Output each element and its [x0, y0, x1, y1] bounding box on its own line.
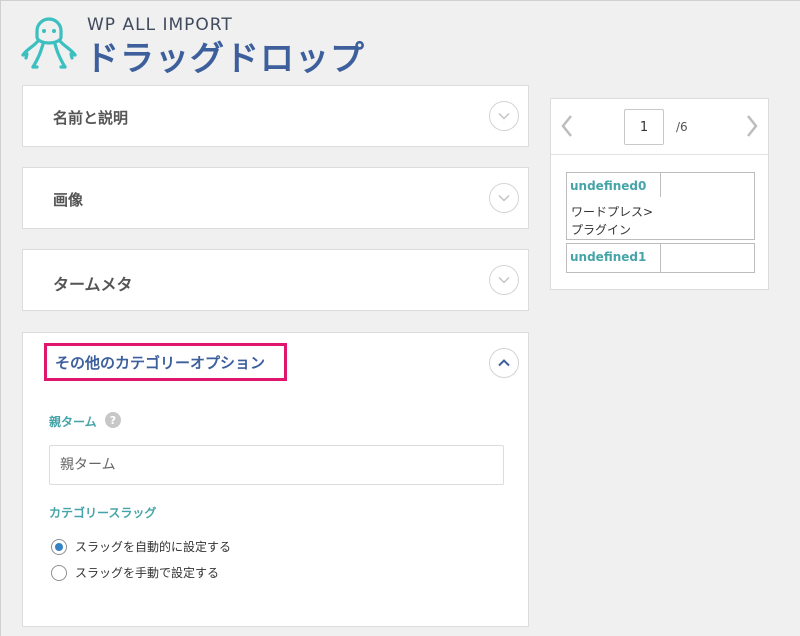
- section-term-meta[interactable]: タームメタ: [22, 249, 529, 311]
- octopus-logo-icon: [21, 17, 77, 69]
- record-pager: /6: [551, 99, 768, 155]
- xml-node[interactable]: undefined0 ワードプレス> プラグイン: [566, 172, 755, 240]
- page-number-input[interactable]: [624, 109, 664, 145]
- section-title-highlight[interactable]: その他のカテゴリーオプション: [44, 343, 287, 381]
- radio-label: スラッグを手動で設定する: [75, 566, 220, 580]
- chevron-down-icon: [498, 112, 510, 120]
- xml-preview-panel: /6 undefined0 ワードプレス> プラグイン undefined1: [550, 98, 769, 290]
- chevron-down-icon: [498, 276, 510, 284]
- slug-manual-option[interactable]: スラッグを手動で設定する: [51, 564, 219, 581]
- chevron-left-icon[interactable]: [559, 113, 575, 139]
- section-name-description[interactable]: 名前と説明: [22, 85, 529, 147]
- node-divider: [660, 244, 661, 272]
- chevron-down-icon: [498, 194, 510, 202]
- xml-node-tag[interactable]: undefined1: [570, 250, 646, 264]
- section-title: 名前と説明: [53, 109, 129, 127]
- section-title: タームメタ: [53, 275, 133, 294]
- radio-slug-manual[interactable]: [51, 564, 67, 581]
- xml-node-tag[interactable]: undefined0: [570, 179, 646, 193]
- chevron-right-icon[interactable]: [744, 113, 760, 139]
- radio-slug-auto[interactable]: [51, 538, 67, 555]
- chevron-up-icon: [498, 359, 510, 367]
- brand-title: ドラッグドロップ: [85, 39, 365, 79]
- expand-button[interactable]: [489, 101, 519, 131]
- section-images[interactable]: 画像: [22, 167, 529, 229]
- expand-button[interactable]: [489, 183, 519, 213]
- xml-node[interactable]: undefined1: [566, 243, 755, 273]
- xml-node-value[interactable]: ワードプレス> プラグイン: [571, 203, 671, 239]
- page-total: /6: [676, 120, 688, 134]
- section-title: その他のカテゴリーオプション: [55, 353, 266, 372]
- parent-term-input[interactable]: [49, 445, 504, 485]
- category-slug-label: カテゴリースラッグ: [49, 506, 157, 520]
- slug-auto-option[interactable]: スラッグを自動的に設定する: [51, 538, 231, 555]
- brand-logo: WP ALL IMPORT ドラッグドロップ: [19, 9, 379, 79]
- parent-term-label: 親ターム: [49, 415, 97, 429]
- section-other-category-options: その他のカテゴリーオプション 親ターム ? カテゴリースラッグ スラッグを自動的…: [22, 332, 529, 627]
- collapse-button[interactable]: [489, 348, 519, 378]
- node-divider: [660, 173, 661, 197]
- radio-label: スラッグを自動的に設定する: [75, 540, 232, 554]
- help-icon[interactable]: ?: [105, 412, 121, 428]
- section-title: 画像: [53, 191, 84, 209]
- expand-button[interactable]: [489, 265, 519, 295]
